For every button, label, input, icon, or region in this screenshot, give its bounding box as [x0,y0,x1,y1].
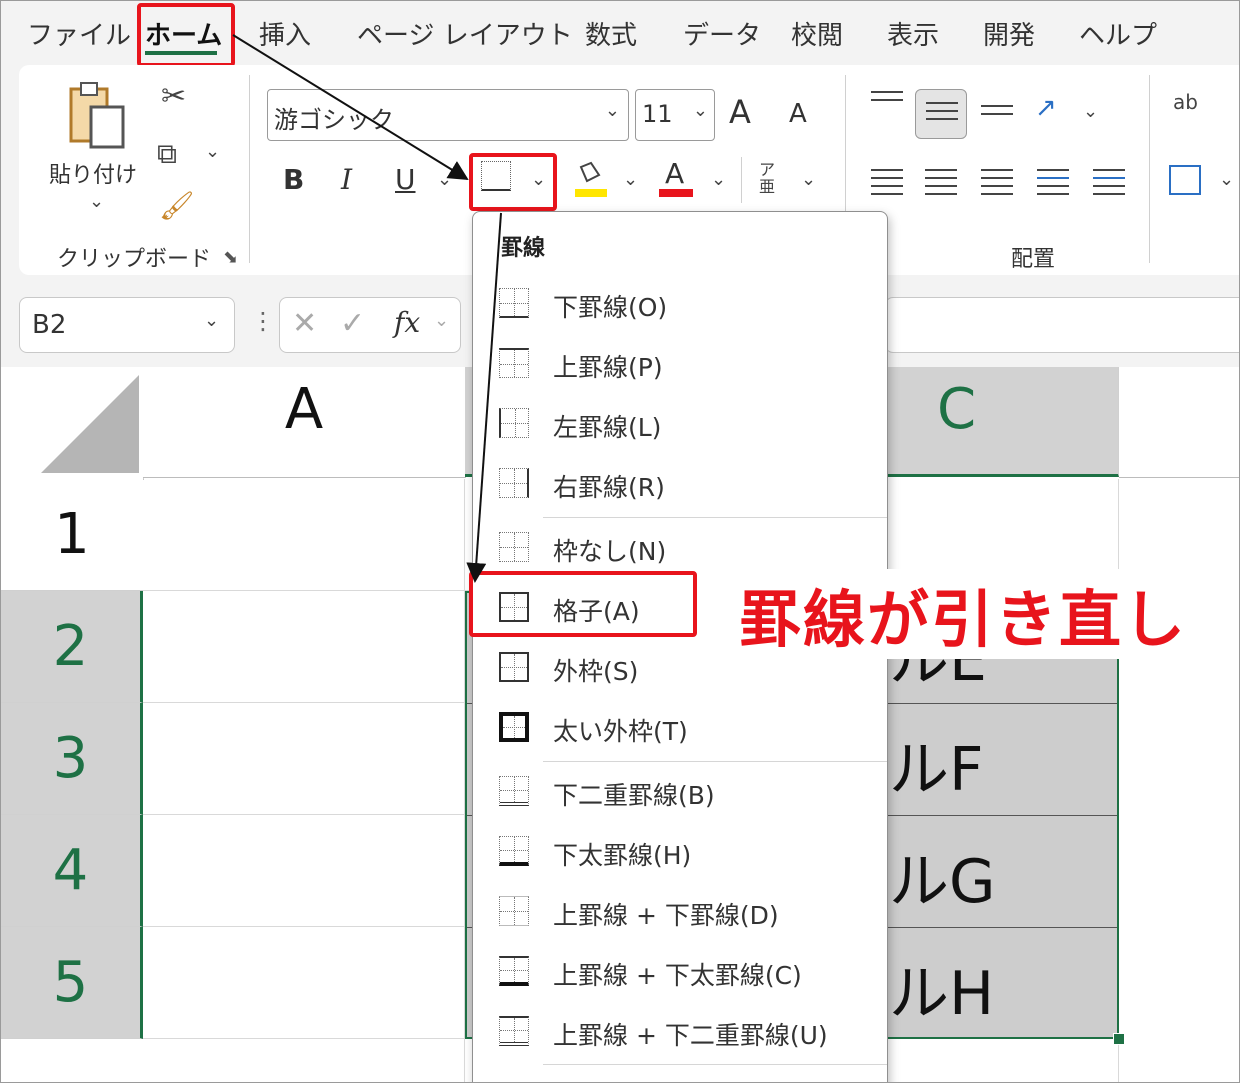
arrow-to-borders-button [232,34,469,181]
arrow-to-all-borders [466,212,502,583]
excel-window: ファイル ホーム 挿入 ページ レイアウト 数式 データ 校閲 表示 開発 ヘル… [0,0,1240,1083]
guide-arrows [232,34,502,583]
